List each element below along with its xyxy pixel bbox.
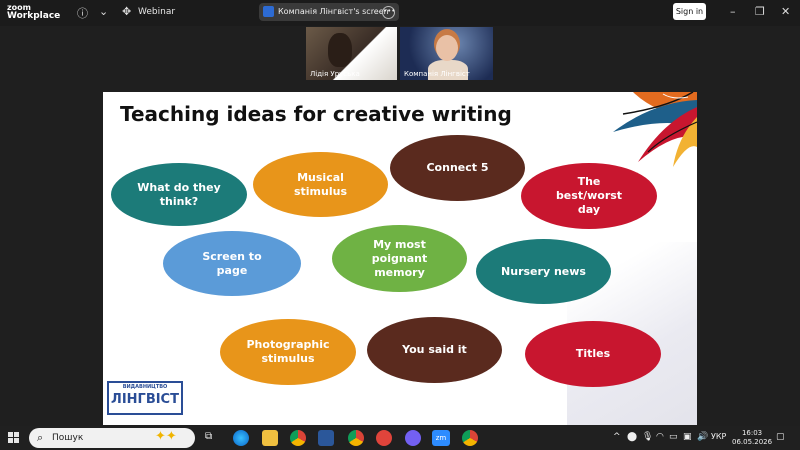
participant-name: Лідія Уруська [310, 70, 360, 78]
idea-oval: Titles [525, 321, 661, 387]
minimize-icon[interactable]: – [730, 5, 736, 18]
sign-in-button[interactable]: Sign in [673, 3, 706, 20]
feathers-decoration [613, 92, 697, 167]
idea-oval: Musical stimulus [253, 152, 388, 217]
participant-video-2[interactable]: Компанія Лінгвіст [400, 27, 493, 80]
search-placeholder: Пошук [52, 433, 84, 443]
search-icon: ⌕ [37, 431, 44, 444]
tray-app-icon[interactable]: ⬤ [627, 432, 637, 442]
participant-avatar [328, 33, 352, 67]
clock-time: 16:03 [741, 429, 763, 437]
shared-slide: Teaching ideas for creative writing What… [103, 92, 697, 425]
microphone-icon[interactable]: 🎙 [642, 432, 653, 442]
slide-title: Teaching ideas for creative writing [120, 102, 512, 126]
word-icon[interactable] [318, 430, 334, 446]
chrome-icon[interactable] [290, 430, 306, 446]
idea-label: Titles [575, 347, 611, 360]
edge-icon[interactable] [233, 430, 249, 446]
screen-share-indicator[interactable]: Компанія Лінгвіст's screen ••• [259, 3, 399, 21]
idea-oval: You said it [367, 317, 502, 383]
share-app-icon [263, 6, 274, 17]
idea-label: Connect 5 [426, 161, 489, 174]
publisher-logo: ВИДАВНИЦТВО ЛІНГВІСТ [107, 381, 183, 415]
copilot-sparkle-icon: ✦✦ [155, 429, 177, 444]
taskbar-search[interactable]: ⌕ Пошук ✦✦ [29, 428, 195, 448]
chrome-second-icon[interactable] [462, 430, 478, 446]
idea-label: The best/worst day [555, 175, 623, 216]
zoom-app-icon[interactable]: zm [432, 430, 450, 446]
publisher-logo-name: ЛІНГВІСТ [111, 392, 179, 407]
idea-label: Nursery news [501, 264, 586, 278]
idea-label: Musical stimulus [293, 170, 348, 198]
zoom-logo: zoom Workplace [7, 4, 61, 21]
viber-icon[interactable] [405, 430, 421, 446]
participant-video-1[interactable]: Лідія Уруська [306, 27, 397, 80]
more-options-icon[interactable]: ••• [382, 6, 395, 19]
idea-oval: Screen to page [163, 231, 301, 296]
idea-label: Screen to page [202, 249, 262, 277]
participant-name: Компанія Лінгвіст [404, 70, 470, 78]
restore-icon[interactable]: ❐ [755, 5, 765, 18]
pdf-reader-icon[interactable] [376, 430, 392, 446]
system-clock[interactable]: 16:03 06.05.2026 [732, 429, 772, 447]
notifications-icon[interactable]: ▢ [776, 432, 785, 442]
participant-avatar [436, 35, 458, 61]
idea-oval: My most poignant memory [332, 225, 467, 292]
idea-label: My most poignant memory [371, 237, 428, 279]
task-view-icon[interactable]: ⧉ [205, 431, 212, 442]
idea-label: What do they think? [137, 180, 221, 208]
logo-line-2: Workplace [7, 11, 61, 21]
chrome-profile-icon[interactable] [348, 430, 364, 446]
windows-taskbar: ⌕ Пошук ✦✦ ⧉ zm ^ ⬤ 🎙 ◠ ▭ ▣ 🔊 УКР 16:03 … [0, 426, 800, 450]
webinar-label: Webinar [138, 7, 176, 17]
publisher-logo-top: ВИДАВНИЦТВО [122, 384, 168, 390]
battery-icon[interactable]: ▭ [669, 432, 678, 442]
idea-label: Photographic stimulus [246, 338, 330, 365]
idea-oval: What do they think? [111, 163, 247, 226]
webinar-icon: ✥ [122, 5, 132, 18]
idea-oval: The best/worst day [521, 163, 657, 229]
info-icon[interactable]: ⓘ [77, 5, 88, 21]
chevron-down-icon[interactable]: ⌄ [99, 5, 108, 18]
idea-label: You said it [402, 343, 467, 356]
language-indicator[interactable]: УКР [711, 432, 726, 441]
idea-oval: Photographic stimulus [220, 319, 356, 385]
zoom-title-bar: zoom Workplace ⓘ ⌄ ✥ Webinar Компанія Лі… [0, 0, 800, 26]
wifi-icon[interactable]: ◠ [656, 432, 664, 442]
file-explorer-icon[interactable] [262, 430, 278, 446]
volume-icon[interactable]: 🔊 [697, 432, 708, 442]
tray-chevron-icon[interactable]: ^ [613, 432, 621, 442]
idea-oval: Connect 5 [390, 135, 525, 201]
network-icon[interactable]: ▣ [683, 432, 692, 442]
idea-oval: Nursery news [476, 239, 611, 304]
windows-start-icon[interactable] [8, 432, 20, 444]
screen-share-label: Компанія Лінгвіст's screen [278, 7, 389, 16]
close-icon[interactable]: ✕ [781, 5, 790, 18]
clock-date: 06.05.2026 [732, 438, 773, 446]
